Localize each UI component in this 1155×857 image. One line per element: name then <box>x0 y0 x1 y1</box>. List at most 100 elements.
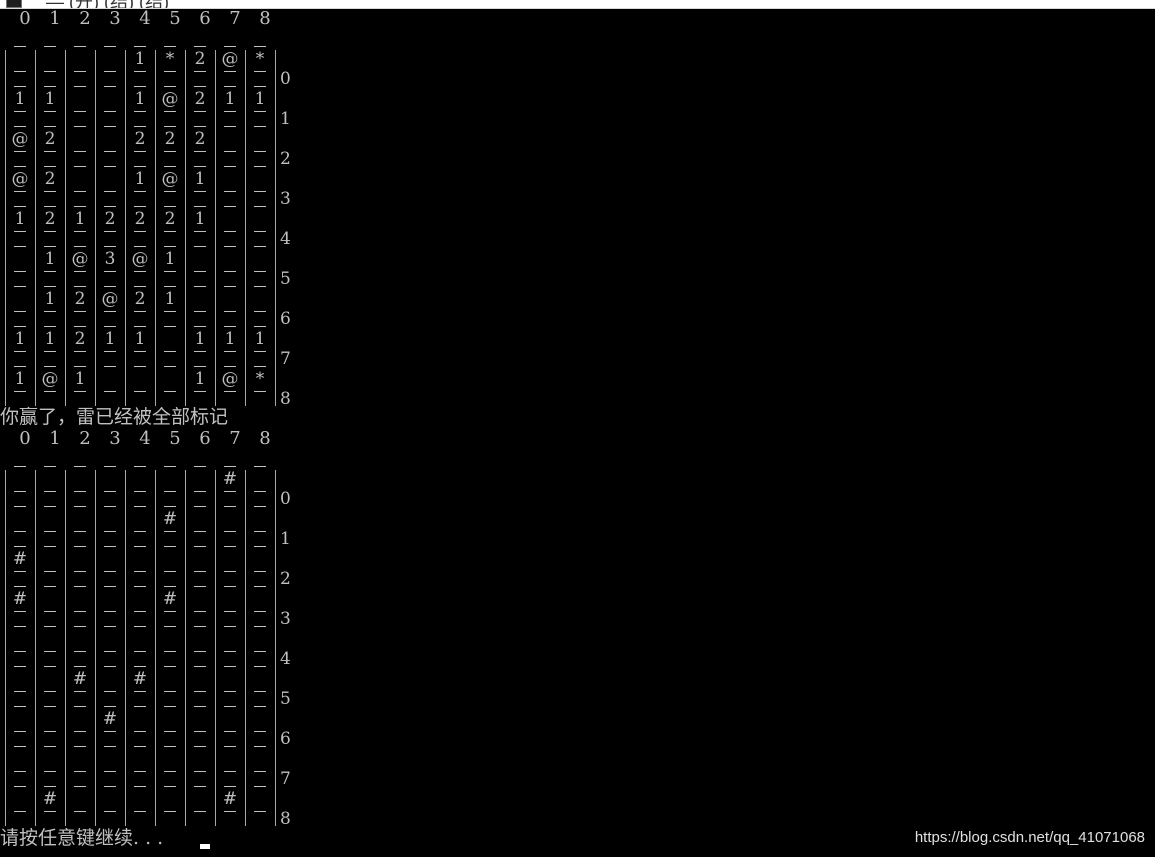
cell-bottom-border <box>164 731 176 732</box>
cell-top-border <box>74 86 86 87</box>
cell-top-border <box>224 466 236 467</box>
grid-cell <box>5 238 35 278</box>
grid-cell: 1 <box>95 318 125 358</box>
cell-bottom-border <box>74 271 86 272</box>
column-label: 5 <box>169 428 181 449</box>
grid-cell <box>245 278 275 318</box>
cell-top-border <box>104 246 116 247</box>
cell-top-border <box>14 546 26 547</box>
grid-cell <box>245 698 275 738</box>
cell-top-border <box>104 46 116 47</box>
grid-cell <box>155 358 185 398</box>
cell-value: 1 <box>104 329 116 349</box>
cell-top-border <box>44 506 56 507</box>
cell-top-border <box>104 326 116 327</box>
cell-top-border <box>44 626 56 627</box>
grid-cell: 2 <box>125 118 155 158</box>
cell-bottom-border <box>74 191 86 192</box>
cell-top-border <box>74 126 86 127</box>
cell-top-border <box>44 666 56 667</box>
cell-top-border <box>224 666 236 667</box>
grid-cell <box>5 778 35 818</box>
cell-bottom-border <box>104 71 116 72</box>
cell-bottom-border <box>194 191 206 192</box>
cell-top-border <box>254 626 266 627</box>
cell-value: 2 <box>194 89 206 109</box>
cell-value: 1 <box>254 89 266 109</box>
grid-cell: 1 <box>35 278 65 318</box>
grid-cell: * <box>245 358 275 398</box>
cell-top-border <box>254 586 266 587</box>
grid-cell <box>95 778 125 818</box>
grid-cell: @ <box>95 278 125 318</box>
cell-top-border <box>14 666 26 667</box>
cell-bottom-border <box>194 151 206 152</box>
cell-bottom-border <box>194 811 206 812</box>
grid-cell <box>245 578 275 618</box>
cell-value: 1 <box>254 329 266 349</box>
cell-value: 2 <box>134 129 146 149</box>
cell-bottom-border <box>194 651 206 652</box>
cell-top-border <box>104 286 116 287</box>
grid-cell <box>215 618 245 658</box>
grid-cell: 1 <box>155 278 185 318</box>
grid-cell <box>125 458 155 498</box>
cell-value: @ <box>11 129 29 149</box>
cell-value: # <box>132 669 148 689</box>
cell-bottom-border <box>134 491 146 492</box>
cell-top-border <box>44 746 56 747</box>
cell-bottom-border <box>104 231 116 232</box>
cell-bottom-border <box>134 531 146 532</box>
cell-top-border <box>254 86 266 87</box>
cell-top-border <box>164 246 176 247</box>
cell-bottom-border <box>104 811 116 812</box>
cell-bottom-border <box>44 811 56 812</box>
grid-cell <box>65 38 95 78</box>
cell-top-border <box>14 466 26 467</box>
grid-cell <box>245 738 275 778</box>
grid-cell: * <box>155 38 185 78</box>
cell-top-border <box>164 506 176 507</box>
grid-cell: @ <box>215 38 245 78</box>
grid-cell <box>95 158 125 198</box>
cell-value: 1 <box>44 289 56 309</box>
cell-top-border <box>74 626 86 627</box>
grid-cell <box>245 458 275 498</box>
cell-value: 2 <box>134 209 146 229</box>
cell-bottom-border <box>224 111 236 112</box>
cell-bottom-border <box>44 111 56 112</box>
grid-cell: 2 <box>35 198 65 238</box>
grid-cell <box>185 458 215 498</box>
grid-cell: 1 <box>185 198 215 238</box>
grid-cell <box>5 618 35 658</box>
cell-bottom-border <box>44 691 56 692</box>
cell-bottom-border <box>134 311 146 312</box>
grid-cell: 1 <box>125 158 155 198</box>
row-label: 0 <box>280 489 291 509</box>
cell-top-border <box>164 786 176 787</box>
grid-cell: # <box>125 658 155 698</box>
cell-top-border <box>134 366 146 367</box>
grid-cell: 2 <box>185 118 215 158</box>
cell-top-border <box>44 466 56 467</box>
cell-top-border <box>194 166 206 167</box>
cell-bottom-border <box>104 771 116 772</box>
cell-bottom-border <box>194 351 206 352</box>
grid-cell: 2 <box>185 38 215 78</box>
row-label: 3 <box>280 189 291 209</box>
grid-cell <box>65 738 95 778</box>
cell-bottom-border <box>14 71 26 72</box>
grid-cell <box>5 658 35 698</box>
cell-top-border <box>164 666 176 667</box>
grid-cell: 1 <box>35 318 65 358</box>
cell-top-border <box>104 506 116 507</box>
grid-cell: @ <box>125 238 155 278</box>
cell-value: 1 <box>74 209 86 229</box>
cell-bottom-border <box>164 111 176 112</box>
cell-value: 3 <box>104 249 116 269</box>
grid-cell: @ <box>215 358 245 398</box>
grid-cell: 2 <box>155 198 185 238</box>
cell-top-border <box>224 286 236 287</box>
cell-top-border <box>104 166 116 167</box>
cell-top-border <box>14 706 26 707</box>
